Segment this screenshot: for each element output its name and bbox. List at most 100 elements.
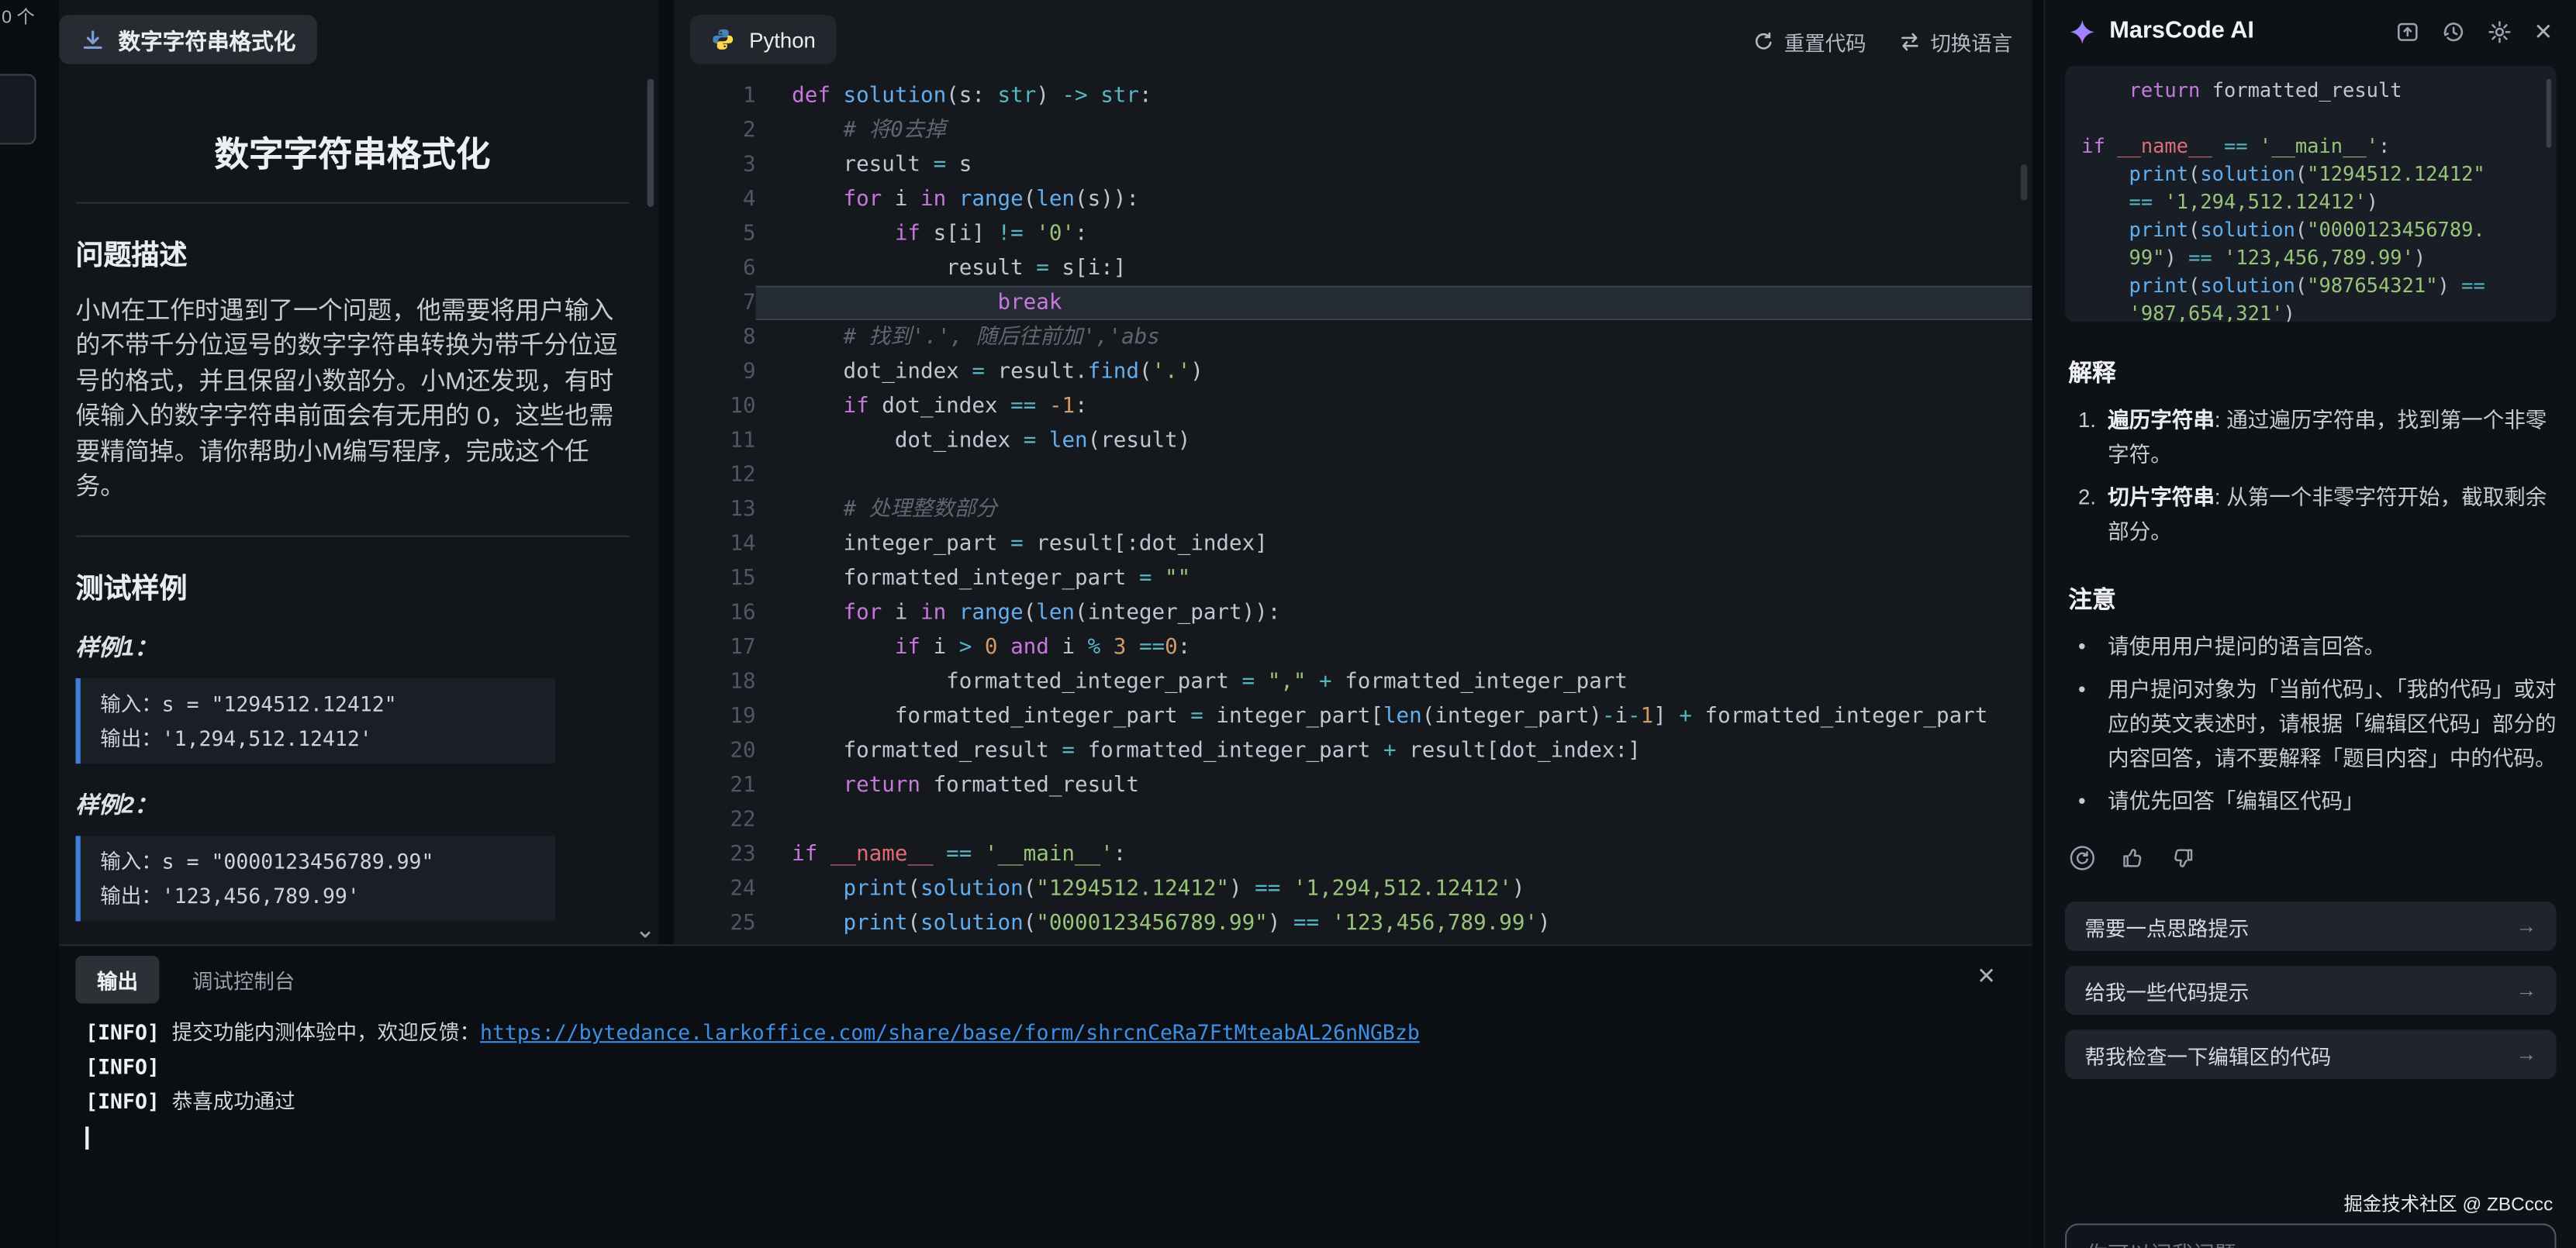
editor-line[interactable]: 3 result = s bbox=[674, 148, 2032, 182]
note-item: •用户提问对象为「当前代码」、「我的代码」或对应的英文表述时，请根据「编辑区代码… bbox=[2078, 672, 2557, 775]
ai-code-line: return formatted_result bbox=[2081, 78, 2540, 105]
editor-line[interactable]: 6 result = s[i:] bbox=[674, 251, 2032, 285]
editor-line[interactable]: 23if __name__ == '__main__': bbox=[674, 837, 2032, 871]
suggestion-label: 需要一点思路提示 bbox=[2085, 911, 2250, 942]
editor-line[interactable]: 15 formatted_integer_part = "" bbox=[674, 562, 2032, 596]
line-number: 2 bbox=[674, 113, 756, 147]
gear-icon[interactable] bbox=[2488, 19, 2512, 43]
marscode-sparkle-icon bbox=[2068, 17, 2096, 45]
editor-line[interactable]: 25 print(solution("0000123456789.99") ==… bbox=[674, 906, 2032, 940]
ai-code-line: if __name__ == '__main__': bbox=[2081, 133, 2540, 161]
text-cursor bbox=[85, 1126, 88, 1149]
chevron-down-icon[interactable]: ⌄ bbox=[635, 919, 656, 943]
note-list: •请使用用户提问的语言回答。 •用户提问对象为「当前代码」、「我的代码」或对应的英… bbox=[2078, 629, 2557, 818]
editor-line[interactable]: 11 dot_index = len(result) bbox=[674, 424, 2032, 458]
line-number: 18 bbox=[674, 665, 756, 699]
editor-line[interactable]: 1def solution(s: str) -> str: bbox=[674, 79, 2032, 113]
close-icon[interactable]: ✕ bbox=[1977, 962, 1996, 990]
console-line: [INFO] 恭喜成功通过 bbox=[85, 1084, 2032, 1118]
ai-code-line: print(solution("987654321") == bbox=[2081, 273, 2540, 301]
editor-line[interactable]: 22 bbox=[674, 803, 2032, 837]
line-number: 22 bbox=[674, 803, 756, 837]
arrow-right-icon: → bbox=[2516, 1043, 2536, 1066]
sample-1-input: 输入：s = "1294512.12412" bbox=[100, 688, 535, 722]
suggestion-button[interactable]: 需要一点思路提示→ bbox=[2065, 902, 2556, 951]
editor-line[interactable]: 9 dot_index = result.find('.') bbox=[674, 355, 2032, 389]
community-credit: 掘金技术社区 @ ZBCccc bbox=[2344, 1191, 2554, 1217]
switch-language-button[interactable]: 切换语言 bbox=[1899, 26, 2012, 57]
editor-line[interactable]: 19 formatted_integer_part = integer_part… bbox=[674, 700, 2032, 734]
feedback-link[interactable]: https://bytedance.larkoffice.com/share/b… bbox=[480, 1020, 1420, 1045]
ai-code-line: '987,654,321') bbox=[2081, 301, 2540, 322]
problem-content[interactable]: 数字字符串格式化 问题描述 小M在工作时遇到了一个问题，他需要将用户输入的不带千… bbox=[75, 66, 629, 944]
line-number: 25 bbox=[674, 906, 756, 940]
editor-scrollbar[interactable] bbox=[2021, 164, 2027, 201]
rail-collapsed-panel[interactable] bbox=[0, 74, 36, 144]
ai-panel-title: MarsCode AI bbox=[2109, 18, 2254, 44]
editor-line[interactable]: 2 # 将0去掉 bbox=[674, 113, 2032, 147]
editor-line[interactable]: 20 formatted_result = formatted_integer_… bbox=[674, 734, 2032, 768]
console-output[interactable]: [INFO] 提交功能内测体验中，欢迎反馈：https://bytedance.… bbox=[59, 1012, 2032, 1153]
close-icon[interactable]: ✕ bbox=[2533, 17, 2553, 45]
language-tab-python[interactable]: Python bbox=[690, 15, 837, 64]
problem-scrollbar[interactable] bbox=[647, 79, 654, 207]
line-number: 12 bbox=[674, 458, 756, 492]
suggestion-button[interactable]: 给我一些代码提示→ bbox=[2065, 966, 2556, 1015]
ai-code-line: print(solution("0000123456789. bbox=[2081, 217, 2540, 245]
editor-line[interactable]: 18 formatted_integer_part = "," + format… bbox=[674, 665, 2032, 699]
history-icon[interactable] bbox=[2442, 19, 2467, 43]
console-panel: 输出 调试控制台 ✕ [INFO] 提交功能内测体验中，欢迎反馈：https:/… bbox=[59, 944, 2032, 1248]
line-number: 13 bbox=[674, 493, 756, 527]
ai-code-line: 99") == '123,456,789.99') bbox=[2081, 245, 2540, 273]
line-number: 3 bbox=[674, 148, 756, 182]
samples-heading: 测试样例 bbox=[75, 566, 629, 607]
line-number: 5 bbox=[674, 217, 756, 251]
editor-line[interactable]: 5 if s[i] != '0': bbox=[674, 217, 2032, 251]
ai-code-block[interactable]: return formatted_result if __name__ == '… bbox=[2065, 66, 2556, 322]
console-line: [INFO] bbox=[85, 1050, 2032, 1084]
arrow-right-icon: → bbox=[2516, 979, 2536, 1002]
code-editor[interactable]: 1def solution(s: str) -> str:2 # 将0去掉3 r… bbox=[674, 79, 2032, 945]
python-icon bbox=[711, 28, 734, 51]
editor-line[interactable]: 24 print(solution("1294512.12412") == '1… bbox=[674, 872, 2032, 906]
note-item: •请使用用户提问的语言回答。 bbox=[2078, 629, 2557, 663]
editor-line[interactable]: 16 for i in range(len(integer_part)): bbox=[674, 596, 2032, 630]
line-number: 20 bbox=[674, 734, 756, 768]
editor-line[interactable]: 12 bbox=[674, 458, 2032, 492]
note-item: •请优先回答「编辑区代码」 bbox=[2078, 784, 2557, 818]
editor-line[interactable]: 4 for i in range(len(s)): bbox=[674, 182, 2032, 216]
editor-panel: Python 重置代码 切换语言 1def solution(s: str) -… bbox=[674, 0, 2032, 944]
line-number: 7 bbox=[674, 286, 756, 320]
editor-line[interactable]: 8 # 找到'.', 随后往前加','abs bbox=[674, 320, 2032, 354]
log-level-badge: [INFO] bbox=[85, 1054, 160, 1079]
thumbs-down-icon[interactable] bbox=[2170, 846, 2195, 870]
editor-line[interactable]: 17 if i > 0 and i % 3 ==0: bbox=[674, 631, 2032, 665]
ai-code-scrollbar[interactable] bbox=[2547, 79, 2551, 148]
problem-tab[interactable]: 数字字符串格式化 bbox=[59, 15, 317, 64]
suggestion-button[interactable]: 帮我检查一下编辑区的代码→ bbox=[2065, 1029, 2556, 1079]
editor-line[interactable]: 13 # 处理整数部分 bbox=[674, 493, 2032, 527]
line-number: 14 bbox=[674, 527, 756, 561]
sample-2-label: 样例2： bbox=[75, 789, 629, 822]
line-number: 9 bbox=[674, 355, 756, 389]
tab-output[interactable]: 输出 bbox=[75, 955, 159, 1002]
ai-input-box[interactable] bbox=[2065, 1223, 2556, 1248]
editor-line-active[interactable]: 7 break bbox=[674, 286, 2032, 320]
note-heading: 注意 bbox=[2068, 581, 2553, 615]
line-number: 21 bbox=[674, 769, 756, 803]
explain-item: 2.切片字符串: 从第一个非零字符开始，截取剩余部分。 bbox=[2078, 480, 2557, 549]
editor-line[interactable]: 21 return formatted_result bbox=[674, 769, 2032, 803]
desc-heading: 问题描述 bbox=[75, 232, 629, 273]
marscode-ai-panel: MarsCode AI ✕ return formatted_result if… bbox=[2044, 0, 2576, 1248]
switch-language-label: 切换语言 bbox=[1930, 26, 2012, 57]
reset-code-button[interactable]: 重置代码 bbox=[1752, 26, 1866, 57]
tab-debug-console[interactable]: 调试控制台 bbox=[192, 964, 295, 995]
thumbs-up-icon[interactable] bbox=[2121, 846, 2146, 870]
sample-1-block: 输入：s = "1294512.12412" 输出：'1,294,512.124… bbox=[75, 679, 555, 764]
export-icon[interactable] bbox=[2395, 19, 2420, 43]
line-number: 10 bbox=[674, 389, 756, 423]
editor-line[interactable]: 14 integer_part = result[:dot_index] bbox=[674, 527, 2032, 561]
line-number: 23 bbox=[674, 837, 756, 871]
regenerate-icon[interactable] bbox=[2068, 844, 2096, 872]
editor-line[interactable]: 10 if dot_index == -1: bbox=[674, 389, 2032, 423]
